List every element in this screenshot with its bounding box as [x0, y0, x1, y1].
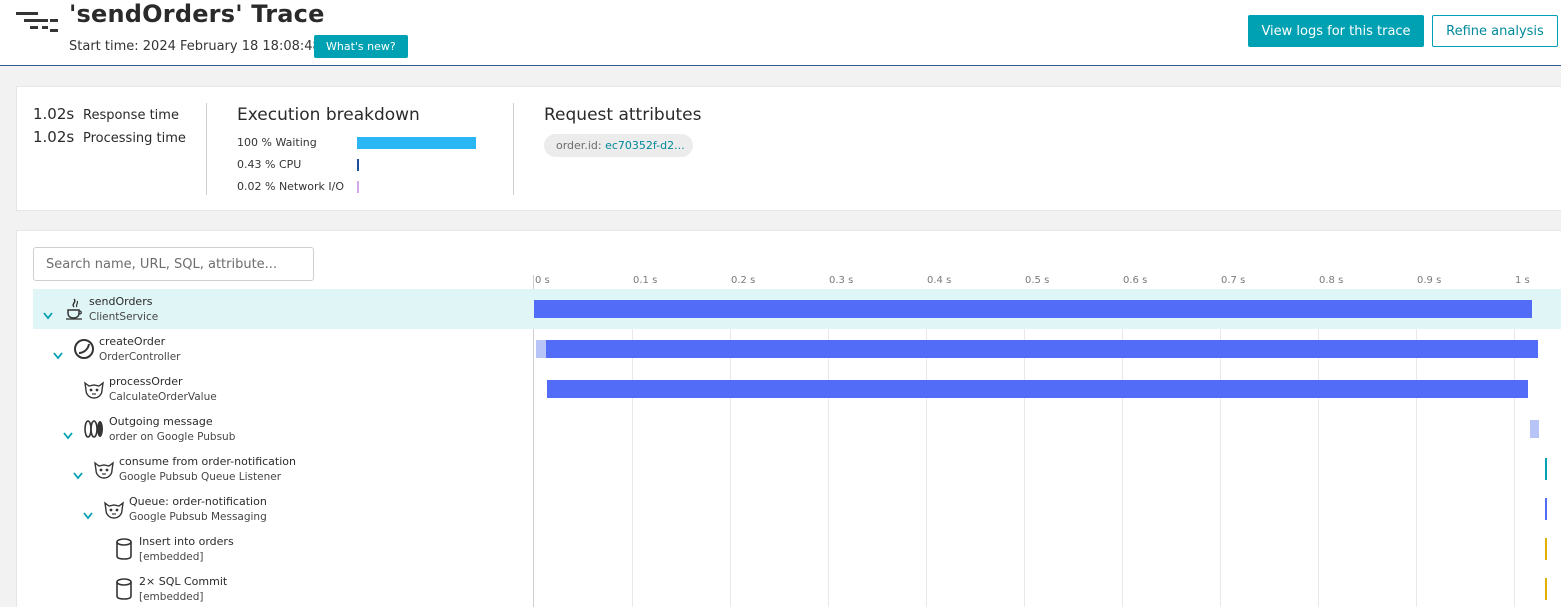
search-input[interactable]	[33, 247, 314, 281]
span-name: sendOrders	[89, 295, 153, 308]
span-service: ClientService	[89, 311, 159, 323]
processing-time-value: 1.02s	[33, 128, 75, 146]
chevron-down-icon[interactable]	[43, 305, 53, 320]
chevron-down-icon[interactable]	[63, 425, 73, 440]
span-name: consume from order-notification	[119, 455, 296, 468]
spring-icon	[73, 337, 95, 361]
tick-label: 0.1 s	[633, 275, 658, 286]
breakdown-label-waiting: 100 % Waiting	[237, 136, 317, 149]
divider	[206, 103, 207, 195]
tomcat-icon	[103, 497, 125, 521]
tomcat-icon	[93, 457, 115, 481]
tick-label: 0 s	[535, 275, 550, 286]
page-title: 'sendOrders' Trace	[69, 0, 325, 28]
span-duration-bar[interactable]	[1529, 420, 1540, 438]
span-name: Insert into orders	[139, 535, 234, 548]
chevron-down-icon[interactable]	[53, 345, 63, 360]
span-service: OrderController	[99, 351, 181, 363]
span-row[interactable]: Outgoing message order on Google Pubsub	[33, 409, 1561, 449]
processing-time-metric: 1.02s Processing time	[33, 128, 186, 146]
response-time-value: 1.02s	[33, 105, 75, 123]
response-time-label: Response time	[83, 108, 179, 123]
span-name: createOrder	[99, 335, 166, 348]
span-duration-bar[interactable]	[1545, 458, 1548, 480]
start-time: Start time: 2024 February 18 18:08:48	[69, 39, 321, 54]
span-name: processOrder	[109, 375, 183, 388]
span-duration-bar[interactable]	[1545, 498, 1548, 520]
attribute-key: order.id:	[556, 139, 602, 152]
span-duration-bar[interactable]	[545, 340, 1538, 358]
request-attributes-title: Request attributes	[544, 105, 702, 125]
divider	[513, 103, 514, 195]
tick-label: 0.4 s	[927, 275, 952, 286]
summary-card: 1.02s Response time 1.02s Processing tim…	[16, 86, 1561, 211]
tomcat-icon	[83, 377, 105, 401]
page-header: 'sendOrders' Trace Start time: 2024 Febr…	[0, 0, 1561, 66]
span-name: Queue: order-notification	[129, 495, 267, 508]
span-row[interactable]: Queue: order-notification Google Pubsub M…	[33, 489, 1561, 529]
chevron-down-icon[interactable]	[73, 465, 83, 480]
tick-label: 0.3 s	[829, 275, 854, 286]
trace-icon	[16, 12, 58, 32]
tick-label: 0.7 s	[1221, 275, 1246, 286]
java-icon	[63, 297, 85, 321]
database-icon	[113, 577, 135, 601]
breakdown-bar-waiting	[357, 137, 476, 149]
tick-label: 0.8 s	[1319, 275, 1344, 286]
span-name: 2× SQL Commit	[139, 575, 228, 588]
span-name: Outgoing message	[109, 415, 213, 428]
database-icon	[113, 537, 135, 561]
processing-time-label: Processing time	[83, 131, 186, 146]
span-row[interactable]: createOrder OrderController	[33, 329, 1561, 369]
breakdown-bar-cpu	[357, 159, 359, 171]
span-row[interactable]: sendOrders ClientService	[33, 289, 1561, 329]
span-service: order on Google Pubsub	[109, 431, 236, 443]
tick-label: 0.2 s	[731, 275, 756, 286]
span-row[interactable]: processOrder CalculateOrderValue	[33, 369, 1561, 409]
span-duration-bar[interactable]	[546, 380, 1528, 398]
span-row[interactable]: consume from order-notification Google Pu…	[33, 449, 1561, 489]
attribute-value: ec70352f-d2...	[605, 139, 685, 152]
span-row[interactable]: Insert into orders [embedded]	[33, 529, 1561, 569]
span-row[interactable]: 2× SQL Commit [embedded]	[33, 569, 1561, 607]
breakdown-bar-network	[357, 181, 359, 193]
breakdown-label-cpu: 0.43 % CPU	[237, 158, 302, 171]
attribute-chip-order-id[interactable]: order.id: ec70352f-d2...	[544, 134, 693, 157]
tick-label: 0.5 s	[1025, 275, 1050, 286]
span-service: [embedded]	[139, 591, 204, 603]
chevron-down-icon[interactable]	[83, 505, 93, 520]
span-service: Google Pubsub Queue Listener	[119, 471, 282, 483]
tick-label: 0.9 s	[1417, 275, 1442, 286]
trace-waterfall: 0 s 0.1 s 0.2 s 0.3 s 0.4 s 0.5 s 0.6 s 0.7 s 0.…	[16, 230, 1561, 607]
span-service: CalculateOrderValue	[109, 391, 217, 403]
whats-new-button[interactable]: What's new?	[314, 35, 408, 58]
refine-analysis-button[interactable]: Refine analysis	[1432, 15, 1558, 47]
tick-label: 0.6 s	[1123, 275, 1148, 286]
view-logs-button[interactable]: View logs for this trace	[1248, 15, 1424, 47]
span-duration-bar[interactable]	[1545, 538, 1548, 560]
span-duration-bar[interactable]	[1545, 578, 1548, 600]
span-service: Google Pubsub Messaging	[129, 511, 267, 523]
span-duration-bar[interactable]	[535, 340, 546, 358]
tick-label: 1 s	[1515, 275, 1530, 286]
span-service: [embedded]	[139, 551, 204, 563]
message-queue-icon	[83, 417, 105, 441]
breakdown-label-network: 0.02 % Network I/O	[237, 180, 344, 193]
execution-breakdown-title: Execution breakdown	[237, 105, 420, 125]
response-time-metric: 1.02s Response time	[33, 105, 179, 123]
span-duration-bar[interactable]	[534, 300, 1532, 318]
